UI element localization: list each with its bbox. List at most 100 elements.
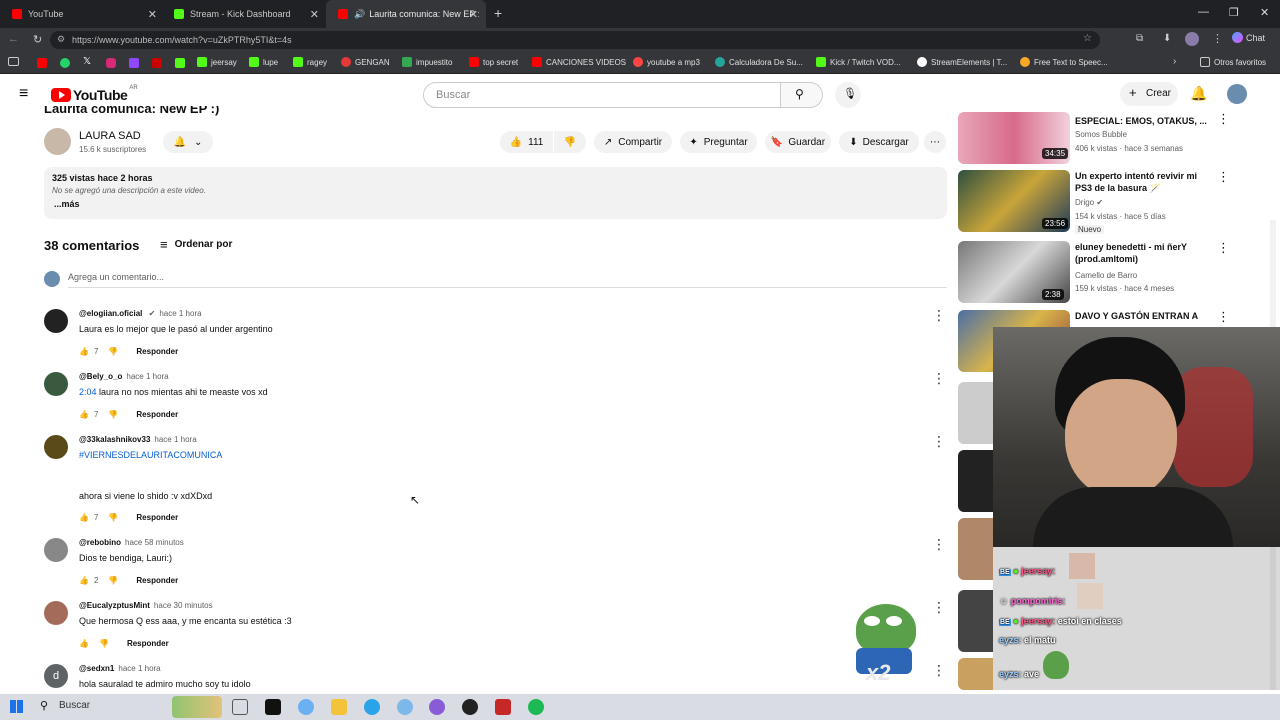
thumbs-up-icon[interactable]: 👍 [79,513,89,522]
bookmark-impuestito[interactable]: impuestito [402,57,452,67]
tab-kick-dashboard[interactable]: Stream - Kick Dashboard ✕ [162,0,327,28]
search-button[interactable]: ⚲ [781,82,823,108]
bookmark-calculadora[interactable]: Calculadora De Su... [715,57,803,67]
channel-avatar[interactable] [44,128,71,155]
commenter-avatar[interactable] [44,601,68,625]
ask-button[interactable]: ✦ Preguntar [680,131,757,153]
thumbs-up-icon[interactable]: 👍 [79,410,89,419]
comment-time[interactable]: hace 1 hora [118,664,160,673]
instagram-bookmark-icon[interactable] [106,58,116,68]
bookmark-lupe[interactable]: lupe [249,57,278,67]
bookmark-jeersay[interactable]: jeersay [197,57,237,67]
description-box[interactable]: 325 vistas hace 2 horas No se agregó una… [44,167,947,219]
comment-time[interactable]: hace 30 minutos [154,601,213,610]
bookmark-free-tts[interactable]: Free Text to Speec... [1020,57,1108,67]
voice-search-button[interactable]: 🎙 [835,82,861,108]
commenter-avatar[interactable] [44,372,68,396]
whatsapp-bookmark-icon[interactable] [60,58,70,68]
video-thumbnail[interactable] [958,518,993,580]
maximize-icon[interactable]: ❐ [1229,6,1239,19]
comment-author[interactable]: @elogiian.oficial [79,309,142,318]
comment-time[interactable]: hace 1 hora [154,435,196,444]
video-timestamp-link[interactable]: 2:04 [79,387,97,397]
chat-button[interactable]: Chat [1232,32,1265,43]
bookmark-streamelements[interactable]: StreamElements | T... [917,57,1007,67]
minimize-icon[interactable]: — [1198,6,1209,18]
thumbs-down-icon[interactable]: 👎 [108,347,118,356]
commenter-avatar[interactable] [44,309,68,333]
extensions-icon[interactable]: ⧉ [1136,33,1143,44]
bookmark-gengan[interactable]: GENGAN [341,57,390,67]
video-menu-icon[interactable]: ⋮ [1217,111,1230,127]
video-menu-icon[interactable]: ⋮ [1217,240,1230,256]
youtube-logo[interactable]: YouTube AR [51,85,138,103]
thumbs-down-icon[interactable]: 👎 [108,576,118,585]
video-title[interactable]: Un experto intentó revivir mi PS3 de la … [1075,170,1215,194]
tab-laurita-comunica[interactable]: 🔊 Laurita comunica: New EP :) - ✕ [326,0,486,28]
comment-menu-icon[interactable]: ⋮ [932,662,946,679]
bookmark-star-icon[interactable]: ☆ [1083,33,1092,44]
show-more-link[interactable]: ...más [54,199,80,209]
video-channel[interactable]: Somos Bubble [1075,130,1127,139]
task-view-icon[interactable] [232,699,248,715]
bookmark-kick-twitch-vod[interactable]: Kick / Twitch VOD... [816,57,901,67]
bookmark-other-folder[interactable]: Otros favoritos [1200,57,1266,67]
search-input[interactable]: Buscar [423,82,781,108]
reply-button[interactable]: Responder [127,639,169,648]
add-comment-input[interactable]: Agrega un comentario... [68,272,164,282]
back-icon[interactable]: ← [8,33,19,45]
thumbs-up-icon[interactable]: 👍 [79,347,89,356]
bookmark-youtube-mp3[interactable]: youtube a mp3 [633,57,700,67]
downloads-icon[interactable]: ⬇ [1163,33,1171,44]
reply-button[interactable]: Responder [136,347,178,356]
comment-author[interactable]: @sedxn1 [79,664,114,673]
download-button[interactable]: ⬇ Descargar [839,131,919,153]
windows-start-icon[interactable] [10,700,23,713]
profile-avatar-icon[interactable] [1185,32,1199,46]
youtube-bookmark-icon[interactable] [37,58,47,68]
bookmark-icon[interactable] [152,58,162,68]
hashtag-link[interactable]: #VIERNESDELAURITACOMUNICA [79,450,222,460]
comment-menu-icon[interactable]: ⋮ [932,370,946,387]
hamburger-menu-icon[interactable]: ≡ [19,85,28,103]
dislike-button[interactable]: 👎 [554,131,586,153]
thumbs-up-icon[interactable]: 👍 [79,576,89,585]
app-icon[interactable] [495,699,511,715]
create-button[interactable]: + Crear [1120,82,1178,106]
video-thumbnail[interactable] [958,382,993,444]
close-tab-icon[interactable]: ✕ [469,8,478,21]
video-menu-icon[interactable]: ⋮ [1217,309,1230,325]
video-title[interactable]: DAVO Y GASTÓN ENTRAN A [1075,310,1215,322]
comment-author[interactable]: @Bely_o_o [79,372,122,381]
site-info-icon[interactable]: ⚙ [57,34,65,45]
reply-button[interactable]: Responder [136,410,178,419]
share-button[interactable]: ↗ Compartir [594,131,672,153]
account-avatar[interactable] [1227,84,1247,104]
comment-menu-icon[interactable]: ⋮ [932,536,946,553]
comment-time[interactable]: hace 1 hora [159,309,201,318]
video-menu-icon[interactable]: ⋮ [1217,169,1230,185]
channel-name[interactable]: LAURA SAD [79,130,141,142]
related-video[interactable]: 23:56 Un experto intentó revivir mi PS3 … [958,170,1258,234]
related-video[interactable]: 2:38 eluney benedetti - mi ñerY (prod.am… [958,241,1258,305]
file-explorer-icon[interactable] [331,699,347,715]
video-title[interactable]: ESPECIAL: EMOS, OTAKUS, ... [1075,115,1215,127]
close-tab-icon[interactable]: ✕ [310,8,319,21]
app-icon[interactable] [397,699,413,715]
apps-icon[interactable] [8,57,19,66]
thumbs-down-icon[interactable]: 👎 [108,513,118,522]
url-field[interactable]: ⚙ https://www.youtube.com/watch?v=uZkPTR… [50,31,1100,49]
menu-dots-icon[interactable]: ⋮ [1212,32,1223,45]
bookmark-top-secret[interactable]: top secret [469,57,518,67]
video-channel[interactable]: Camello de Barro [1075,271,1137,280]
related-video[interactable]: 34:35 ESPECIAL: EMOS, OTAKUS, ... Somos … [958,112,1258,172]
like-button[interactable]: 👍 111 [500,131,553,153]
comment-menu-icon[interactable]: ⋮ [932,433,946,450]
edge-icon[interactable] [364,699,380,715]
tab-youtube[interactable]: YouTube ✕ [0,0,165,28]
new-tab-icon[interactable]: + [494,5,502,21]
thumbs-up-icon[interactable]: 👍 [79,639,89,648]
obs-icon[interactable] [462,699,478,715]
search-icon[interactable]: ⚲ [40,699,48,712]
commenter-avatar[interactable] [44,538,68,562]
